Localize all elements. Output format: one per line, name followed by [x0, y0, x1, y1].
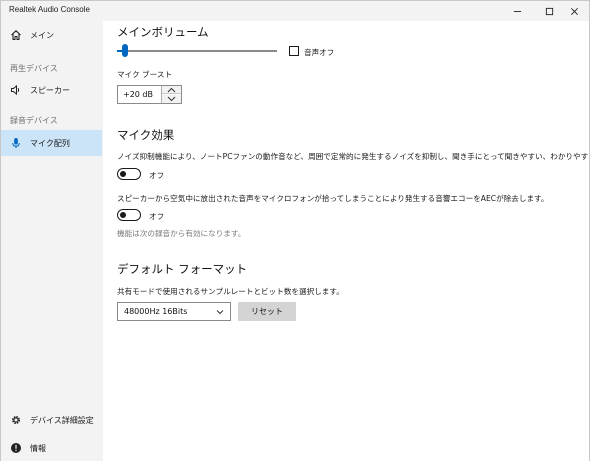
close-icon: [570, 7, 578, 15]
format-description: 共有モードで使用されるサンプルレートとビット数を選択します。: [117, 287, 344, 296]
maximize-icon: [545, 7, 553, 15]
aec-description: スピーカーから空気中に放出された音声をマイクロフォンが拾ってしまうことにより発生…: [117, 194, 549, 203]
effects-heading: マイク効果: [117, 128, 175, 142]
sidebar-item-info[interactable]: 情報: [1, 435, 102, 461]
volume-slider-track[interactable]: [117, 50, 277, 52]
app-title: Realtek Audio Console: [9, 5, 90, 14]
effects-note: 機能は次の録音から有効になります。: [117, 229, 246, 238]
close-button[interactable]: [559, 1, 589, 21]
chevron-up-icon: [167, 87, 176, 92]
minimize-button[interactable]: [502, 1, 532, 21]
volume-heading: メインボリューム: [117, 25, 209, 39]
home-icon: [9, 28, 23, 42]
aec-toggle[interactable]: [117, 209, 141, 221]
sidebar: メイン 再生デバイス スピーカー 録音デバイス マイク配列 デバイス詳細設定 情…: [1, 21, 103, 461]
noise-suppression-state: オフ: [149, 171, 165, 180]
toggle-knob: [120, 211, 126, 218]
sidebar-item-label: スピーカー: [30, 85, 70, 95]
minimize-icon: [513, 10, 521, 12]
mute-label: 音声オフ: [304, 48, 335, 57]
aec-state: オフ: [149, 212, 165, 221]
sidebar-item-device-settings[interactable]: デバイス詳細設定: [1, 407, 102, 433]
reset-button[interactable]: リセット: [238, 302, 296, 321]
noise-suppression-description: ノイズ抑制機能により、ノートPCファンの動作音など、周囲で定常的に発生するノイズ…: [117, 152, 589, 161]
boost-increase-button[interactable]: [162, 86, 181, 94]
sidebar-item-label: デバイス詳細設定: [30, 415, 94, 425]
title-bar: Realtek Audio Console: [1, 1, 589, 21]
recording-section-label: 録音デバイス: [10, 116, 58, 125]
toggle-knob: [120, 170, 126, 177]
speaker-icon: [9, 83, 23, 97]
sidebar-item-label: メイン: [30, 30, 54, 40]
microphone-icon: [9, 136, 23, 150]
mute-checkbox[interactable]: [289, 46, 299, 56]
info-icon: [9, 441, 23, 455]
format-heading: デフォルト フォーマット: [117, 262, 248, 276]
chevron-down-icon: [216, 310, 224, 315]
volume-slider-thumb[interactable]: [122, 44, 128, 57]
sidebar-item-mic-array[interactable]: マイク配列: [1, 130, 102, 156]
boost-decrease-button[interactable]: [162, 95, 181, 103]
sidebar-item-main[interactable]: メイン: [1, 22, 102, 48]
boost-value: +20 dB: [123, 90, 153, 99]
boost-label: マイク ブースト: [117, 70, 173, 79]
gear-icon: [9, 413, 23, 427]
boost-stepper[interactable]: +20 dB: [117, 85, 182, 104]
sidebar-item-label: マイク配列: [30, 138, 70, 148]
format-select[interactable]: 48000Hz 16Bits: [117, 302, 231, 321]
main-panel: メインボリューム 音声オフ マイク ブースト +20 dB マイク効果 ノイズ抑…: [103, 21, 589, 461]
sidebar-item-speaker[interactable]: スピーカー: [1, 77, 102, 103]
playback-section-label: 再生デバイス: [10, 64, 58, 73]
noise-suppression-toggle[interactable]: [117, 168, 141, 180]
format-selected-value: 48000Hz 16Bits: [124, 307, 188, 316]
sidebar-item-label: 情報: [30, 443, 46, 453]
chevron-down-icon: [167, 96, 176, 102]
